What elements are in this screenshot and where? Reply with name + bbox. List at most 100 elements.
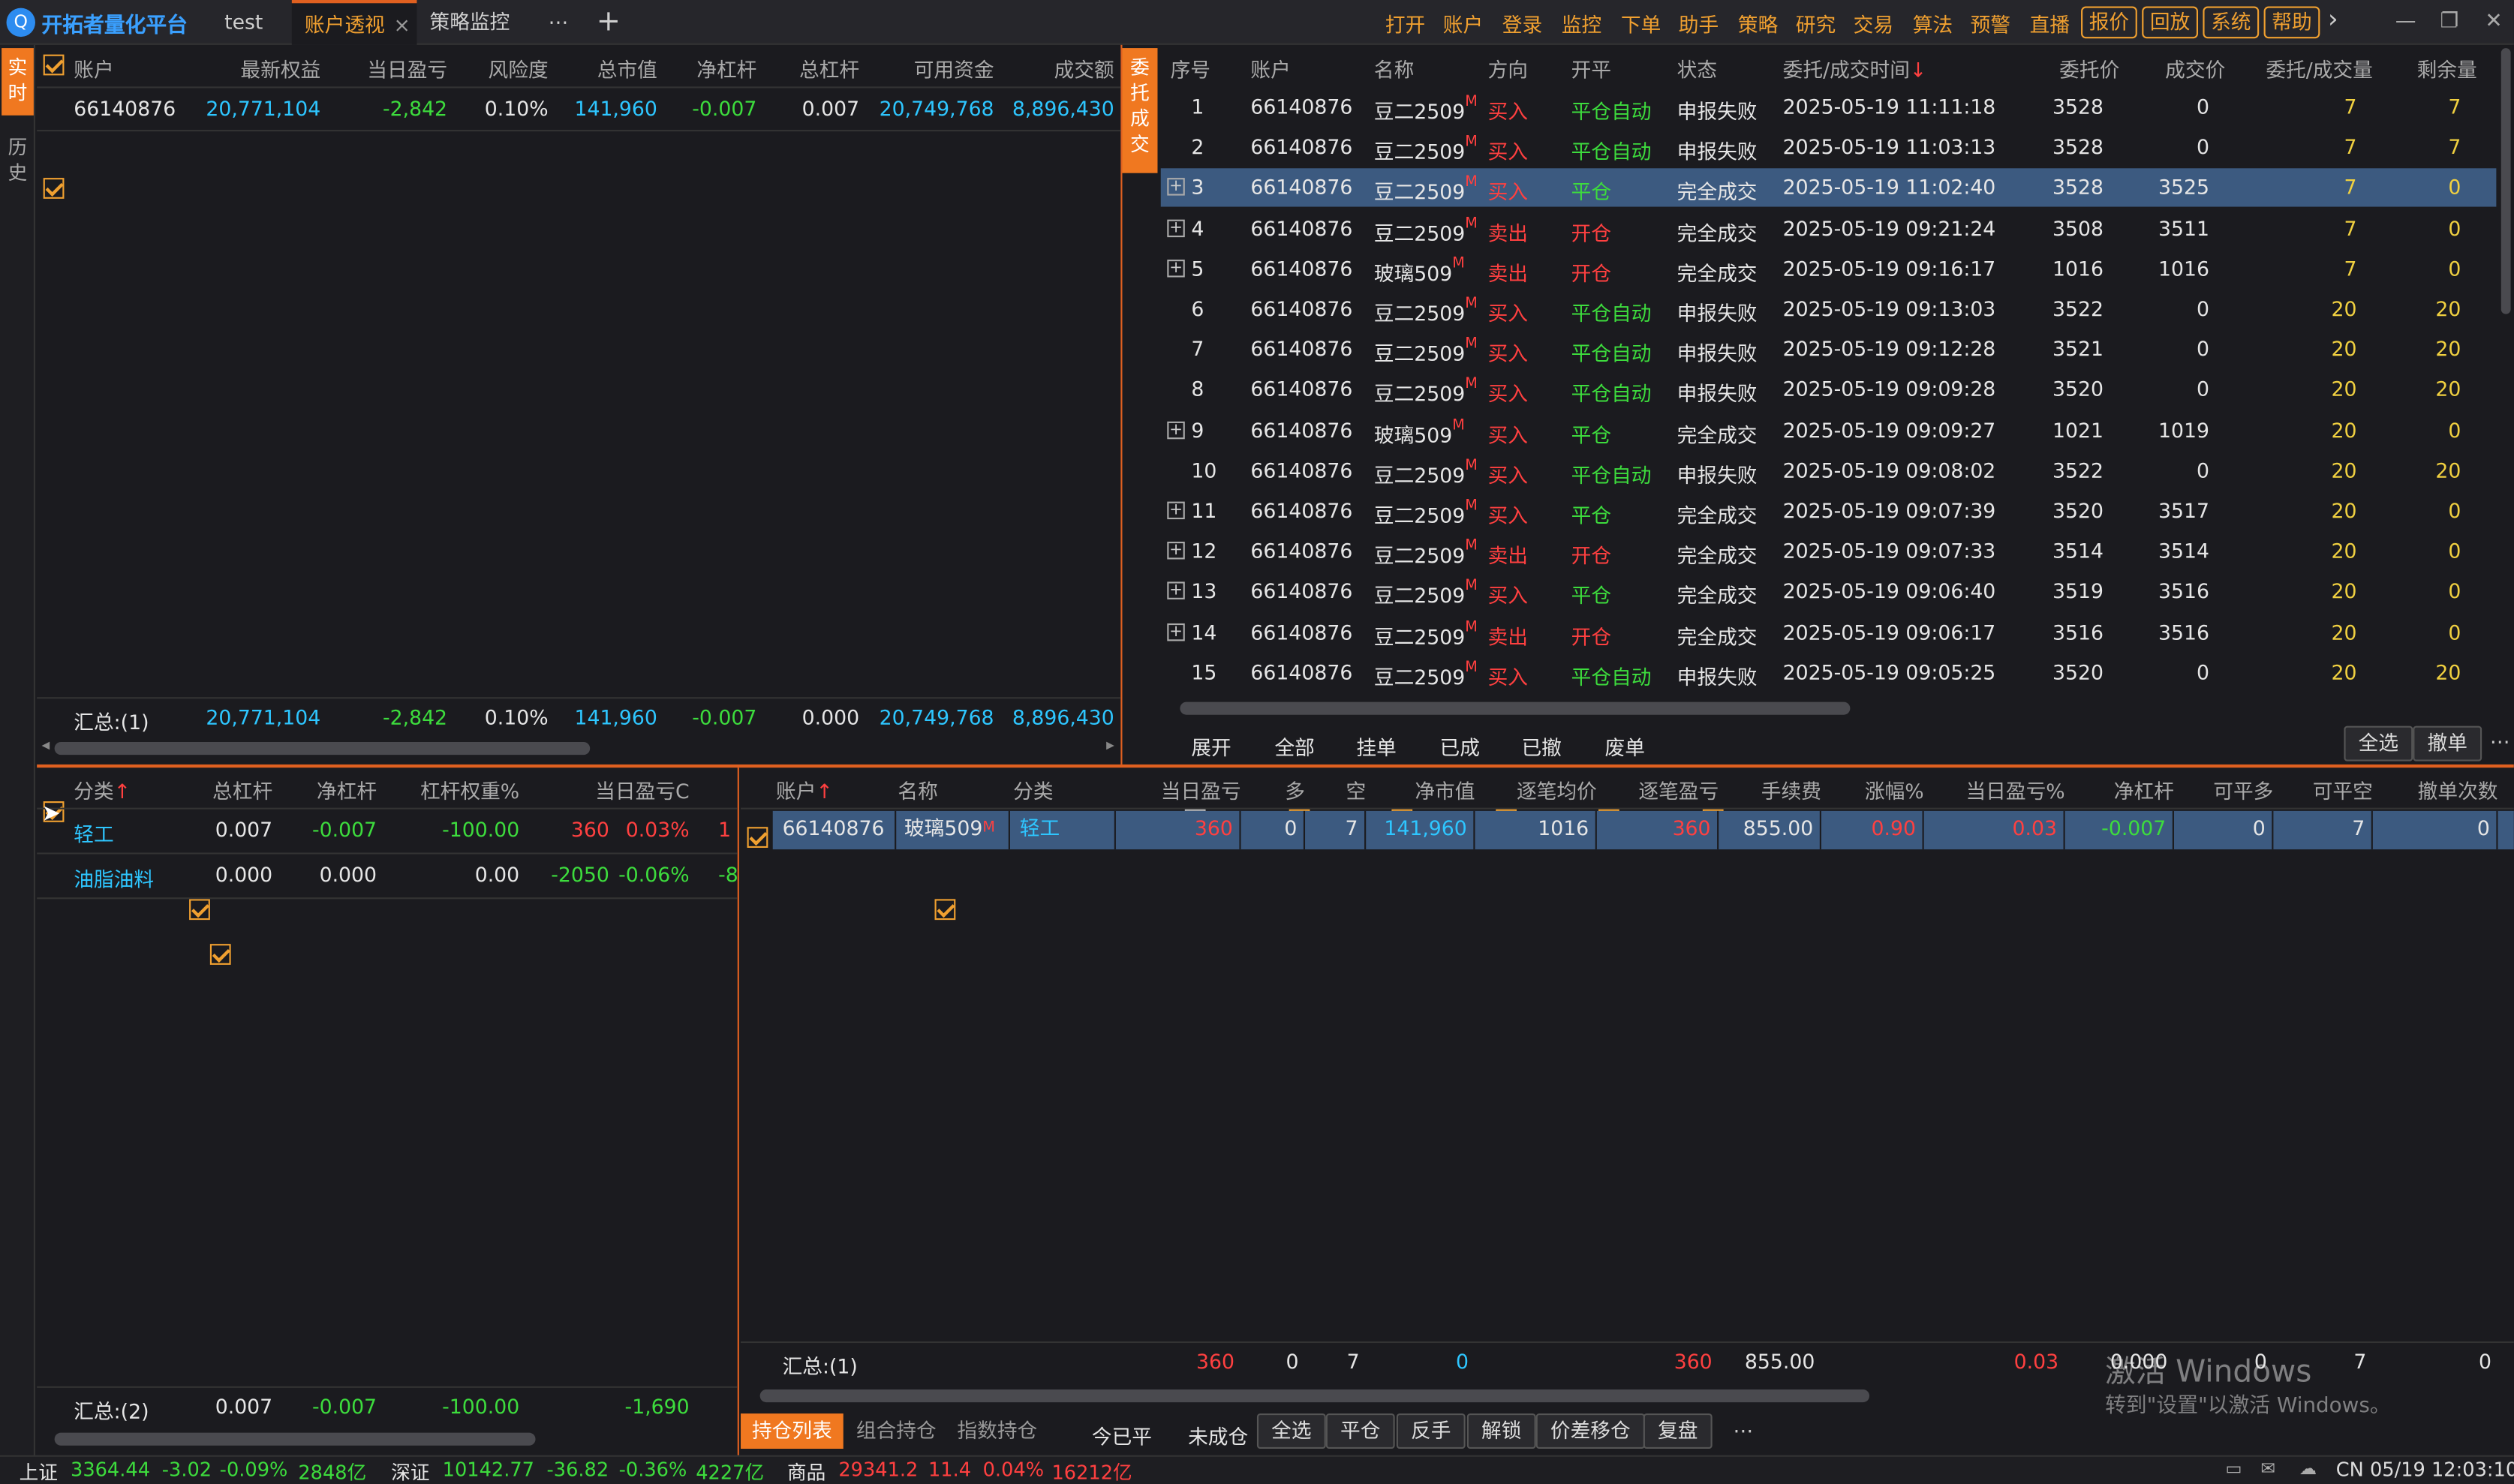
category-cell[interactable]: 油脂油料	[74, 862, 170, 893]
order-cell-oc[interactable]: 平仓自动	[1571, 377, 1667, 408]
order-cell-dir[interactable]: 卖出	[1488, 539, 1546, 569]
positions-header-11[interactable]: 当日盈亏%	[1927, 774, 2064, 805]
order-cell-left[interactable]: 0	[2381, 418, 2461, 442]
order-cell-status[interactable]: 完全成交	[1677, 256, 1773, 287]
menu-2[interactable]: 登录	[1502, 8, 1542, 39]
order-cell-status[interactable]: 申报失败	[1677, 337, 1773, 368]
order-cell-oc[interactable]: 平仓自动	[1571, 458, 1667, 488]
position-cell-9[interactable]: 855.00	[1722, 810, 1821, 850]
order-cell-acct[interactable]: 66140876	[1250, 418, 1363, 442]
order-cell-name[interactable]: 豆二2509M	[1374, 579, 1487, 610]
order-cell-no[interactable]: 6	[1191, 296, 1255, 320]
order-cell-oc[interactable]: 开仓	[1571, 256, 1667, 287]
category-scrollbar[interactable]	[54, 1432, 536, 1446]
order-cell-oc[interactable]: 开仓	[1571, 620, 1667, 650]
order-cell-dir[interactable]: 卖出	[1488, 256, 1546, 287]
expand-row-icon[interactable]: +	[1167, 259, 1185, 278]
order-cell-price[interactable]: 3520	[2023, 377, 2104, 401]
order-cell-time[interactable]: 2025-05-19 09:08:02	[1783, 458, 1996, 482]
order-cell-price[interactable]: 3521	[2023, 337, 2104, 361]
position-cell-11[interactable]: 0.03	[1927, 810, 2065, 850]
position-cell-7[interactable]: 1016	[1478, 810, 1597, 850]
account-header-1[interactable]: 最新权益	[189, 53, 320, 83]
order-cell-qty[interactable]: 7	[2232, 256, 2357, 280]
menu-button-0[interactable]: 报价	[2081, 6, 2137, 39]
order-cell-fill[interactable]: 0	[2132, 135, 2209, 159]
order-cell-oc[interactable]: 平仓自动	[1571, 660, 1667, 691]
orders-header-3[interactable]: 方向	[1488, 53, 1562, 83]
menu-4[interactable]: 下单	[1621, 8, 1661, 39]
order-cell-oc[interactable]: 平仓	[1571, 498, 1667, 529]
order-cell-status[interactable]: 申报失败	[1677, 135, 1773, 166]
orders-header-5[interactable]: 状态	[1677, 53, 1790, 83]
menu-7[interactable]: 研究	[1796, 8, 1836, 39]
order-cell-acct[interactable]: 66140876	[1250, 135, 1363, 159]
order-cell-name[interactable]: 豆二2509M	[1374, 539, 1487, 569]
order-cell-acct[interactable]: 66140876	[1250, 176, 1363, 200]
positions-header-14[interactable]: 可平空	[2277, 774, 2373, 805]
order-cell-no[interactable]: 7	[1191, 337, 1255, 361]
order-cell-no[interactable]: 1	[1191, 95, 1255, 119]
orders-header-10[interactable]: 剩余量	[2381, 53, 2477, 83]
order-cell-oc[interactable]: 平仓自动	[1571, 95, 1667, 125]
account-header-5[interactable]: 净杠杆	[663, 53, 756, 83]
order-cell-no[interactable]: 3	[1191, 176, 1255, 200]
order-cell-time[interactable]: 2025-05-19 09:05:25	[1783, 660, 1996, 684]
category-header-3[interactable]: 杠杆权重%	[385, 774, 519, 805]
orders-header-0[interactable]: 序号	[1171, 53, 1251, 83]
order-cell-fill[interactable]: 0	[2132, 95, 2209, 119]
order-cell-qty[interactable]: 20	[2232, 418, 2357, 442]
add-tab-icon[interactable]: +	[584, 0, 633, 45]
positions-action-button-0[interactable]: 全选	[1256, 1413, 1326, 1449]
position-cell-5[interactable]: 7	[1308, 810, 1367, 850]
order-cell-left[interactable]: 7	[2381, 135, 2461, 159]
order-cell-time[interactable]: 2025-05-19 09:09:28	[1783, 377, 1996, 401]
order-cell-no[interactable]: 13	[1191, 579, 1255, 603]
menu-6[interactable]: 策略	[1738, 8, 1778, 39]
positions-row-checkbox[interactable]	[934, 899, 956, 921]
positions-more-icon[interactable]: ⋯	[1733, 1418, 1753, 1442]
positions-action-button-2[interactable]: 反手	[1396, 1413, 1466, 1449]
order-cell-acct[interactable]: 66140876	[1250, 458, 1363, 482]
order-cell-qty[interactable]: 20	[2232, 498, 2357, 522]
menu-button-3[interactable]: 帮助	[2263, 6, 2320, 39]
expand-row-icon[interactable]: +	[1167, 420, 1185, 439]
orders-header-8[interactable]: 成交价	[2132, 53, 2225, 83]
order-cell-qty[interactable]: 7	[2232, 135, 2357, 159]
close-icon[interactable]: ✕	[2485, 10, 2502, 34]
expand-row-icon[interactable]: +	[1167, 218, 1185, 237]
order-cell-left[interactable]: 0	[2381, 256, 2461, 280]
positions-header-10[interactable]: 涨幅%	[1824, 774, 1924, 805]
category-header-2[interactable]: 净杠杆	[281, 774, 377, 805]
order-cell-oc[interactable]: 开仓	[1571, 216, 1667, 247]
order-cell-status[interactable]: 申报失败	[1677, 377, 1773, 408]
account-scrollbar[interactable]	[54, 742, 591, 756]
orders-header-7[interactable]: 委托价	[2023, 53, 2119, 83]
order-cell-status[interactable]: 申报失败	[1677, 458, 1773, 488]
menu-11[interactable]: 直播	[2030, 8, 2070, 39]
order-cell-dir[interactable]: 买入	[1488, 418, 1546, 449]
order-cell-oc[interactable]: 平仓	[1571, 579, 1667, 610]
order-cell-dir[interactable]: 买入	[1488, 377, 1546, 408]
orders-header-1[interactable]: 账户	[1250, 53, 1379, 83]
position-cell-4[interactable]: 0	[1244, 810, 1306, 850]
orders-header-2[interactable]: 名称	[1374, 53, 1502, 83]
cancel-order-button[interactable]: 撤单	[2413, 725, 2482, 762]
minimize-icon[interactable]: —	[2395, 10, 2416, 34]
positions-header-12[interactable]: 净杠杆	[2068, 774, 2174, 805]
order-cell-no[interactable]: 8	[1191, 377, 1255, 401]
order-cell-fill[interactable]: 0	[2132, 337, 2209, 361]
cloud-icon[interactable]: ☁	[2299, 1458, 2317, 1479]
order-cell-no[interactable]: 10	[1191, 458, 1255, 482]
order-cell-no[interactable]: 12	[1191, 539, 1255, 563]
order-cell-status[interactable]: 完全成交	[1677, 579, 1773, 610]
positions-tab-1[interactable]: 组合持仓	[845, 1413, 948, 1449]
order-cell-name[interactable]: 豆二2509M	[1374, 458, 1487, 488]
order-cell-left[interactable]: 0	[2381, 539, 2461, 563]
order-cell-fill[interactable]: 1016	[2132, 256, 2209, 280]
order-cell-no[interactable]: 2	[1191, 135, 1255, 159]
menu-1[interactable]: 账户	[1443, 8, 1483, 39]
order-cell-name[interactable]: 玻璃509M	[1374, 418, 1487, 449]
order-cell-no[interactable]: 11	[1191, 498, 1255, 522]
order-cell-name[interactable]: 玻璃509M	[1374, 256, 1487, 287]
